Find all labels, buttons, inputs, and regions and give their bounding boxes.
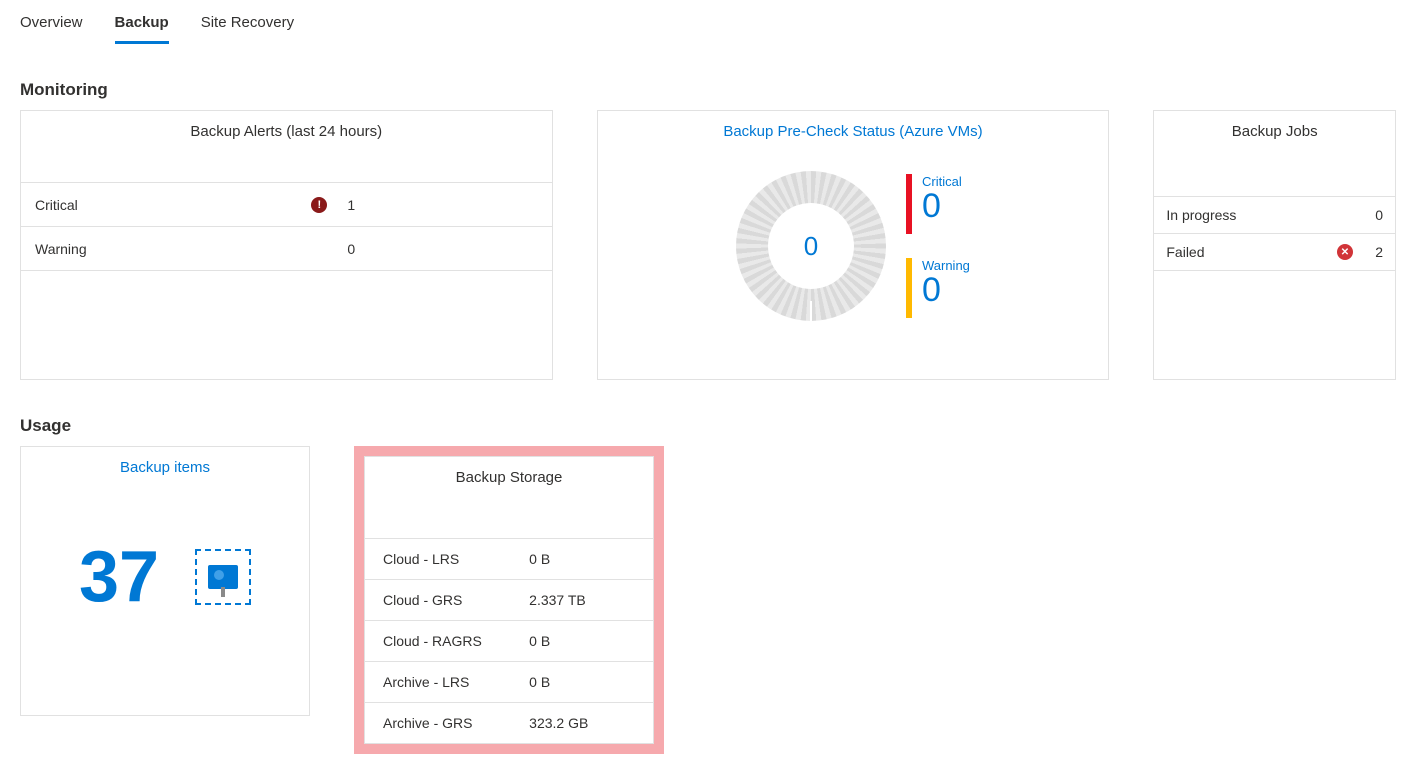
tab-overview[interactable]: Overview <box>20 8 83 44</box>
alerts-row-critical[interactable]: Critical ! 1 <box>21 183 552 227</box>
backup-jobs-card[interactable]: Backup Jobs In progress 0 Failed ✕ 2 <box>1153 110 1396 380</box>
precheck-center-value: 0 <box>768 203 854 289</box>
critical-icon: ! <box>311 197 347 213</box>
jobs-failed-label: Failed <box>1166 244 1337 260</box>
alerts-critical-value: 1 <box>347 197 537 213</box>
backup-items-title[interactable]: Backup items <box>21 447 309 482</box>
storage-value: 0 B <box>529 551 635 567</box>
backup-alerts-title: Backup Alerts (last 24 hours) <box>21 111 552 146</box>
jobs-row-inprogress[interactable]: In progress 0 <box>1154 197 1395 234</box>
jobs-row-failed[interactable]: Failed ✕ 2 <box>1154 234 1395 271</box>
storage-row[interactable]: Cloud - GRS 2.337 TB <box>365 579 653 620</box>
jobs-inprogress-label: In progress <box>1166 207 1337 223</box>
legend-bar-critical-icon <box>906 174 912 234</box>
precheck-legend: Critical 0 Warning 0 <box>906 174 970 318</box>
storage-row[interactable]: Archive - GRS 323.2 GB <box>365 702 653 743</box>
storage-row[interactable]: Cloud - LRS 0 B <box>365 538 653 579</box>
monitoring-row: Backup Alerts (last 24 hours) Critical !… <box>20 110 1396 380</box>
precheck-body: 0 Critical 0 Warning 0 <box>598 146 1109 332</box>
legend-warning[interactable]: Warning 0 <box>906 258 970 318</box>
precheck-card[interactable]: Backup Pre-Check Status (Azure VMs) 0 Cr… <box>597 110 1110 380</box>
jobs-inprogress-value: 0 <box>1363 207 1383 223</box>
legend-critical-value: 0 <box>922 189 962 223</box>
storage-value: 0 B <box>529 674 635 690</box>
tab-bar: Overview Backup Site Recovery <box>20 0 1396 44</box>
storage-label: Cloud - RAGRS <box>383 633 529 649</box>
backup-storage-highlight: Backup Storage Cloud - LRS 0 B Cloud - G… <box>354 446 664 754</box>
storage-row[interactable]: Cloud - RAGRS 0 B <box>365 620 653 661</box>
alerts-row-warning[interactable]: Warning 0 <box>21 227 552 271</box>
backup-jobs-title: Backup Jobs <box>1154 111 1395 146</box>
backup-items-count: 37 <box>79 536 159 618</box>
legend-critical[interactable]: Critical 0 <box>906 174 970 234</box>
storage-label: Cloud - LRS <box>383 551 529 567</box>
alerts-warning-label: Warning <box>35 241 311 257</box>
storage-label: Cloud - GRS <box>383 592 529 608</box>
jobs-failed-value: 2 <box>1363 244 1383 260</box>
precheck-donut-chart: 0 <box>736 171 886 321</box>
alerts-critical-label: Critical <box>35 197 311 213</box>
storage-value: 2.337 TB <box>529 592 635 608</box>
section-usage-title: Usage <box>20 416 1396 436</box>
backup-items-icon <box>195 549 251 605</box>
backup-storage-card[interactable]: Backup Storage Cloud - LRS 0 B Cloud - G… <box>364 456 654 744</box>
storage-label: Archive - GRS <box>383 715 529 731</box>
backup-storage-title: Backup Storage <box>365 457 653 538</box>
storage-value: 0 B <box>529 633 635 649</box>
storage-value: 323.2 GB <box>529 715 635 731</box>
tab-site-recovery[interactable]: Site Recovery <box>201 8 294 44</box>
failed-icon: ✕ <box>1337 244 1363 260</box>
backup-items-card[interactable]: Backup items 37 <box>20 446 310 716</box>
legend-warning-value: 0 <box>922 273 970 307</box>
storage-row[interactable]: Archive - LRS 0 B <box>365 661 653 702</box>
alerts-table: Critical ! 1 Warning 0 <box>21 182 552 271</box>
section-monitoring-title: Monitoring <box>20 80 1396 100</box>
legend-bar-warning-icon <box>906 258 912 318</box>
precheck-title[interactable]: Backup Pre-Check Status (Azure VMs) <box>598 111 1109 146</box>
tab-backup[interactable]: Backup <box>115 8 169 44</box>
usage-row: Backup items 37 Backup Storage Cloud - L… <box>20 446 1396 754</box>
backup-items-body: 37 <box>21 482 309 672</box>
backup-alerts-card[interactable]: Backup Alerts (last 24 hours) Critical !… <box>20 110 553 380</box>
jobs-table: In progress 0 Failed ✕ 2 <box>1154 196 1395 271</box>
alerts-warning-value: 0 <box>347 241 537 257</box>
storage-label: Archive - LRS <box>383 674 529 690</box>
